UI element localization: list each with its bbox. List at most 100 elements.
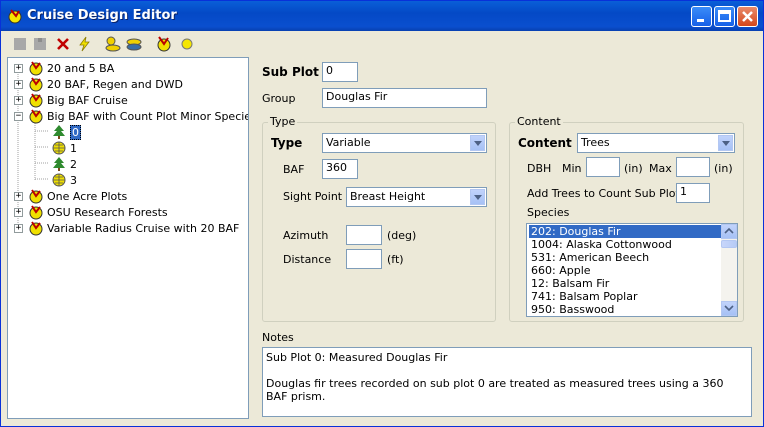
dbh-min-field[interactable] (586, 157, 620, 177)
tree-item[interactable]: Big BAF Cruise (28, 92, 128, 108)
plot-grid-icon (52, 141, 66, 155)
tree-item-label: One Acre Plots (47, 189, 128, 203)
group-field[interactable]: Douglas Fir (322, 88, 487, 108)
cruise-icon (29, 61, 43, 76)
scroll-up-button[interactable] (721, 224, 737, 239)
list-item[interactable]: 12: Balsam Fir (529, 277, 611, 290)
tree-icon (53, 157, 65, 171)
dbh-max-field[interactable] (676, 157, 710, 177)
azimuth-field[interactable] (346, 225, 382, 245)
tree-item-label: 20 BAF, Regen and DWD (47, 77, 184, 91)
tree-subplot-item[interactable]: 1 (51, 140, 77, 156)
subplot-label: Sub Plot (262, 65, 319, 79)
add-trees-field[interactable]: 1 (676, 183, 710, 203)
expand-toggle[interactable]: + (14, 96, 23, 105)
notes-line: Sub Plot 0: Measured Douglas Fir (266, 351, 448, 364)
expand-toggle[interactable]: + (14, 208, 23, 217)
title-bar: Cruise Design Editor (1, 1, 763, 31)
add-subplot-icon[interactable] (125, 35, 143, 53)
expand-toggle[interactable]: + (14, 224, 23, 233)
scroll-down-button[interactable] (721, 301, 737, 316)
chevron-down-icon[interactable] (470, 135, 485, 151)
tree-item-label: 20 and 5 BA (47, 61, 115, 75)
add-plot-icon[interactable] (104, 35, 122, 53)
collapse-toggle[interactable]: − (14, 112, 23, 121)
expand-toggle[interactable]: + (14, 192, 23, 201)
cruise-icon (29, 77, 43, 92)
tree-item-label: Big BAF with Count Plot Minor Species (47, 109, 249, 123)
tree-item[interactable]: 20 and 5 BA (28, 60, 114, 76)
notes-line: Douglas fir trees recorded on sub plot 0… (266, 377, 724, 403)
yellow-dot-icon[interactable] (178, 35, 196, 53)
tree-item[interactable]: 20 BAF, Regen and DWD (28, 76, 183, 92)
distance-unit: (ft) (387, 253, 404, 266)
sight-point-select[interactable]: Breast Height (346, 187, 487, 207)
species-label: Species (527, 206, 570, 219)
tree-subplot-item[interactable]: 0 (51, 124, 81, 140)
vertical-scrollbar[interactable] (721, 224, 737, 316)
type-label: Type (271, 136, 303, 150)
content-label: Content (518, 136, 572, 150)
tree-item-label: 1 (70, 141, 77, 155)
cruise-icon (29, 205, 43, 220)
save-all-icon[interactable] (31, 35, 49, 53)
save-icon[interactable] (11, 35, 29, 53)
dbh-min-label: Min (562, 162, 582, 175)
list-item[interactable]: 1004: Alaska Cottonwood (529, 238, 674, 251)
tree-item-label: 3 (70, 173, 77, 187)
main-window: Cruise Design Editor + 20 and 5 BA + 20 … (0, 0, 764, 427)
type-select[interactable]: Variable (322, 133, 487, 153)
tree-item-label: Variable Radius Cruise with 20 BAF (47, 221, 240, 235)
tree-item-label: 0 (70, 124, 81, 140)
list-item[interactable]: 531: American Beech (529, 251, 651, 264)
close-button[interactable] (737, 6, 758, 27)
species-listbox[interactable]: 202: Douglas Fir 1004: Alaska Cottonwood… (526, 223, 738, 317)
azimuth-unit: (deg) (387, 229, 417, 242)
tree-subplot-item[interactable]: 2 (51, 156, 77, 172)
list-item[interactable]: 950: Basswood (529, 303, 616, 316)
tree-item-label: OSU Research Forests (47, 205, 168, 219)
type-group-title: Type (268, 115, 298, 128)
tree-item[interactable]: Big BAF with Count Plot Minor Species (28, 108, 249, 124)
dbh-min-unit: (in) (624, 162, 643, 175)
plot-grid-icon (52, 173, 66, 187)
content-select-value: Trees (581, 136, 610, 149)
group-label: Group (262, 92, 296, 105)
toolbar (1, 31, 763, 57)
cruise-tree[interactable]: + 20 and 5 BA + 20 BAF, Regen and DWD + … (7, 57, 249, 419)
distance-label: Distance (283, 253, 332, 266)
dbh-max-unit: (in) (714, 162, 733, 175)
chevron-down-icon[interactable] (470, 189, 485, 205)
tree-item-label: 2 (70, 157, 77, 171)
tree-item[interactable]: Variable Radius Cruise with 20 BAF (28, 220, 239, 236)
cruise-icon (29, 221, 43, 236)
expand-toggle[interactable]: + (14, 64, 23, 73)
expand-toggle[interactable]: + (14, 80, 23, 89)
chevron-down-icon[interactable] (718, 135, 733, 151)
cruise-icon[interactable] (155, 35, 173, 53)
sight-point-value: Breast Height (350, 190, 426, 203)
app-icon (7, 8, 23, 27)
minimize-button[interactable] (691, 6, 712, 27)
dbh-max-label: Max (649, 162, 672, 175)
tree-item-label: Big BAF Cruise (47, 93, 128, 107)
distance-field[interactable] (346, 249, 382, 269)
sight-point-label: Sight Point (283, 190, 343, 203)
baf-label: BAF (283, 163, 305, 176)
notes-textarea[interactable]: Sub Plot 0: Measured Douglas Fir Douglas… (262, 347, 752, 417)
list-item[interactable]: 741: Balsam Poplar (529, 290, 640, 303)
tree-subplot-item[interactable]: 3 (51, 172, 77, 188)
list-item[interactable]: 660: Apple (529, 264, 593, 277)
lightning-icon[interactable] (75, 35, 93, 53)
baf-field[interactable]: 360 (322, 159, 358, 179)
type-select-value: Variable (326, 136, 371, 149)
scroll-thumb[interactable] (721, 240, 737, 248)
list-item[interactable]: 202: Douglas Fir (529, 225, 721, 238)
tree-item[interactable]: OSU Research Forests (28, 204, 168, 220)
cruise-icon (29, 189, 43, 204)
content-select[interactable]: Trees (577, 133, 735, 153)
maximize-button[interactable] (714, 6, 735, 27)
subplot-field[interactable]: 0 (322, 62, 358, 82)
tree-item[interactable]: One Acre Plots (28, 188, 127, 204)
delete-icon[interactable] (54, 35, 72, 53)
